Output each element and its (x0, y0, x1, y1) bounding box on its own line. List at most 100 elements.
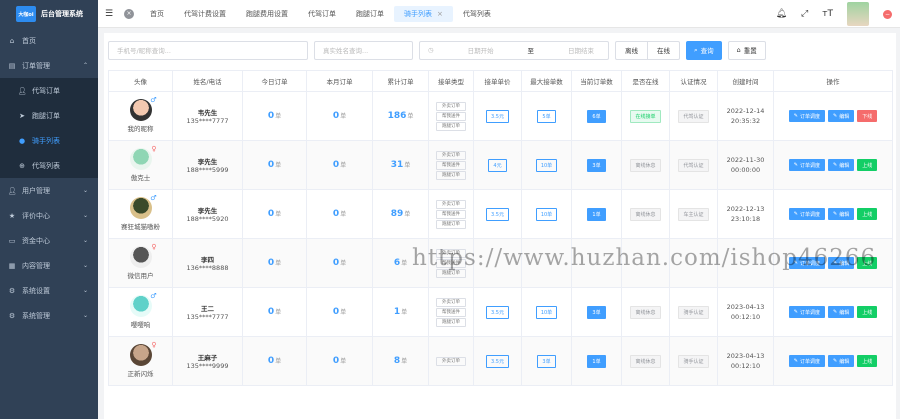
dispatch-button[interactable]: ✎ 订单调度 (788, 306, 825, 318)
filter-offline-button[interactable]: 离线 (616, 42, 647, 59)
avatar[interactable]: ♂ (129, 194, 157, 219)
online-status-badge: 在线接单 (630, 109, 661, 123)
tab-1[interactable]: 代驾计费设置 (174, 6, 236, 22)
tab-label: 骑手列表 (404, 9, 432, 18)
online-button[interactable]: 上线 (857, 306, 878, 318)
order-type-tag: 外卖订单 (436, 150, 466, 160)
auth-cell: 骑手认证 (669, 336, 718, 386)
search-button[interactable]: ⌕ 查询 (686, 40, 722, 60)
sidebar-item-1[interactable]: ▤ 订单管理 ⌃ (0, 53, 98, 78)
font-size-icon[interactable]: ᴛT (822, 9, 833, 19)
order-type-tag: 跑腿订单 (436, 121, 466, 131)
tab-6[interactable]: 代驾列表 (453, 6, 501, 22)
actions-cell: ✎ 订单调度 ✎ 编辑 上线 (773, 238, 893, 288)
user-avatar[interactable] (847, 2, 869, 26)
online-button[interactable]: 上线 (857, 355, 878, 367)
dispatch-button[interactable]: ✎ 订单调度 (788, 208, 825, 220)
max-orders-tag: 10单 (535, 305, 558, 319)
sidebar-item-9[interactable]: ▦ 内容管理 ⌄ (0, 253, 98, 278)
auth-cell: 代驾认证 (669, 140, 718, 190)
table-row: ♀ 正新闪烁 王麻子 135****9999 0单 0单 8单 外卖订单 3.5元 3单 1单 离线休… (108, 336, 893, 386)
online-button[interactable]: 上线 (857, 159, 878, 171)
tab-3[interactable]: 代驾订单 (298, 6, 346, 22)
max-orders-cell: 5单 (521, 91, 572, 141)
online-cell (621, 238, 670, 288)
edit-button[interactable]: ✎ 编辑 (827, 257, 855, 269)
dispatch-button[interactable]: ✎ 订单调度 (788, 159, 825, 171)
keyword-input[interactable]: 手机号/昵称查询... (108, 40, 308, 60)
close-tabs-icon[interactable]: × (124, 8, 134, 19)
sidebar-item-8[interactable]: ▭ 资金中心 ⌄ (0, 228, 98, 253)
sidebar-item-10[interactable]: ⚙ 系统设置 ⌄ (0, 278, 98, 303)
avatar[interactable]: ♀ (129, 341, 157, 366)
reset-button[interactable]: ⌂ 重置 (727, 40, 766, 60)
dispatch-button[interactable]: ✎ 订单调度 (788, 257, 825, 269)
actions-cell: ✎ 订单调度 ✎ 编辑 上线 (773, 140, 893, 190)
created-time: 00:00:00 (730, 166, 761, 174)
dispatch-icon: ✎ (793, 113, 798, 119)
today-orders-value: 0 (267, 307, 275, 317)
price-cell: 3.5元 (473, 91, 522, 141)
total-orders-value: 89 (390, 209, 404, 219)
action-label: 订单调度 (799, 358, 820, 365)
created-time-cell: 2023-04-13 00:12:10 (717, 287, 774, 337)
sidebar-item-4[interactable]: ● 骑手列表 (0, 128, 98, 153)
dispatch-button[interactable]: ✎ 订单调度 (788, 110, 825, 122)
column-header: 创建时间 (717, 70, 774, 92)
edit-button[interactable]: ✎ 编辑 (827, 159, 855, 171)
today-orders-value: 0 (267, 111, 275, 121)
current-orders-cell: 1单 (571, 189, 622, 239)
logout-icon[interactable]: − (883, 9, 892, 19)
date-range-picker[interactable]: ◷ 日期开始 至 日期结束 (419, 40, 609, 60)
avatar[interactable]: ♂ (129, 96, 157, 121)
edit-button[interactable]: ✎ 编辑 (827, 306, 855, 318)
unit-label: 单 (404, 211, 411, 218)
current-orders-cell (571, 238, 622, 288)
menu-toggle-icon[interactable]: ☰ (98, 9, 120, 19)
auth-cell: 车主认证 (669, 189, 718, 239)
column-header: 当前订单数 (571, 70, 622, 92)
total-orders-value: 1 (393, 307, 401, 317)
online-button[interactable]: 上线 (857, 257, 878, 269)
created-time-cell (717, 238, 774, 288)
action-buttons: ✎ 订单调度 ✎ 编辑 上线 (774, 208, 892, 220)
avatar[interactable]: ♂ (129, 292, 157, 317)
nickname: 微信用户 (127, 272, 154, 280)
order-type-tag: 帮我送件 (436, 307, 466, 317)
name-input[interactable]: 真实姓名查询... (314, 40, 413, 60)
sidebar-item-0[interactable]: ⌂ 首页 (0, 28, 98, 53)
online-button[interactable]: 上线 (857, 208, 878, 220)
app-logo[interactable]: 大咖oi 后台管理系统 (0, 0, 98, 28)
star-icon: ★ (8, 211, 16, 220)
column-header: 姓名/电话 (172, 70, 243, 92)
avatar[interactable]: ♀ (129, 145, 157, 170)
send-icon: ➤ (19, 111, 25, 120)
sidebar-item-3[interactable]: ➤ 跑腿订单 (0, 103, 98, 128)
order-type-tag: 帮我送件 (436, 209, 466, 219)
sidebar-item-7[interactable]: ★ 评价中心 ⌄ (0, 203, 98, 228)
tab-close-icon[interactable]: × (437, 10, 443, 18)
price-cell: 3.5元 (473, 336, 522, 386)
nickname: 正新闪烁 (127, 370, 154, 378)
main-content: 手机号/昵称查询... 真实姓名查询... ◷ 日期开始 至 日期结束 离线 在… (104, 33, 896, 419)
fullscreen-icon[interactable]: ⤢ (801, 9, 808, 19)
edit-button[interactable]: ✎ 编辑 (827, 208, 855, 220)
tab-0[interactable]: 首页 (140, 6, 174, 22)
filter-online-button[interactable]: 在线 (647, 41, 679, 59)
edit-button[interactable]: ✎ 编辑 (827, 355, 855, 367)
avatar[interactable]: ♀ (129, 243, 157, 268)
sidebar-item-11[interactable]: ⚙ 系统管理 ⌄ (0, 303, 98, 328)
sidebar-item-2[interactable]: 👤︎ 代驾订单 (0, 78, 98, 103)
column-header: 操作 (773, 70, 893, 92)
tab-5[interactable]: 骑手列表 × (394, 5, 453, 22)
tab-4[interactable]: 跑腿订单 (346, 6, 394, 22)
edit-button[interactable]: ✎ 编辑 (827, 110, 855, 122)
dispatch-icon: ✎ (793, 260, 798, 266)
dispatch-button[interactable]: ✎ 订单调度 (788, 355, 825, 367)
sidebar-item-6[interactable]: 👤︎ 用户管理 ⌄ (0, 178, 98, 203)
offline-button[interactable]: 下线 (857, 110, 878, 122)
online-filter: 离线 在线 (615, 40, 680, 60)
tab-2[interactable]: 跑腿费用设置 (236, 6, 298, 22)
sidebar-item-5[interactable]: ⊕ 代驾列表 (0, 153, 98, 178)
bell-icon[interactable]: 🔔︎ (776, 9, 787, 19)
